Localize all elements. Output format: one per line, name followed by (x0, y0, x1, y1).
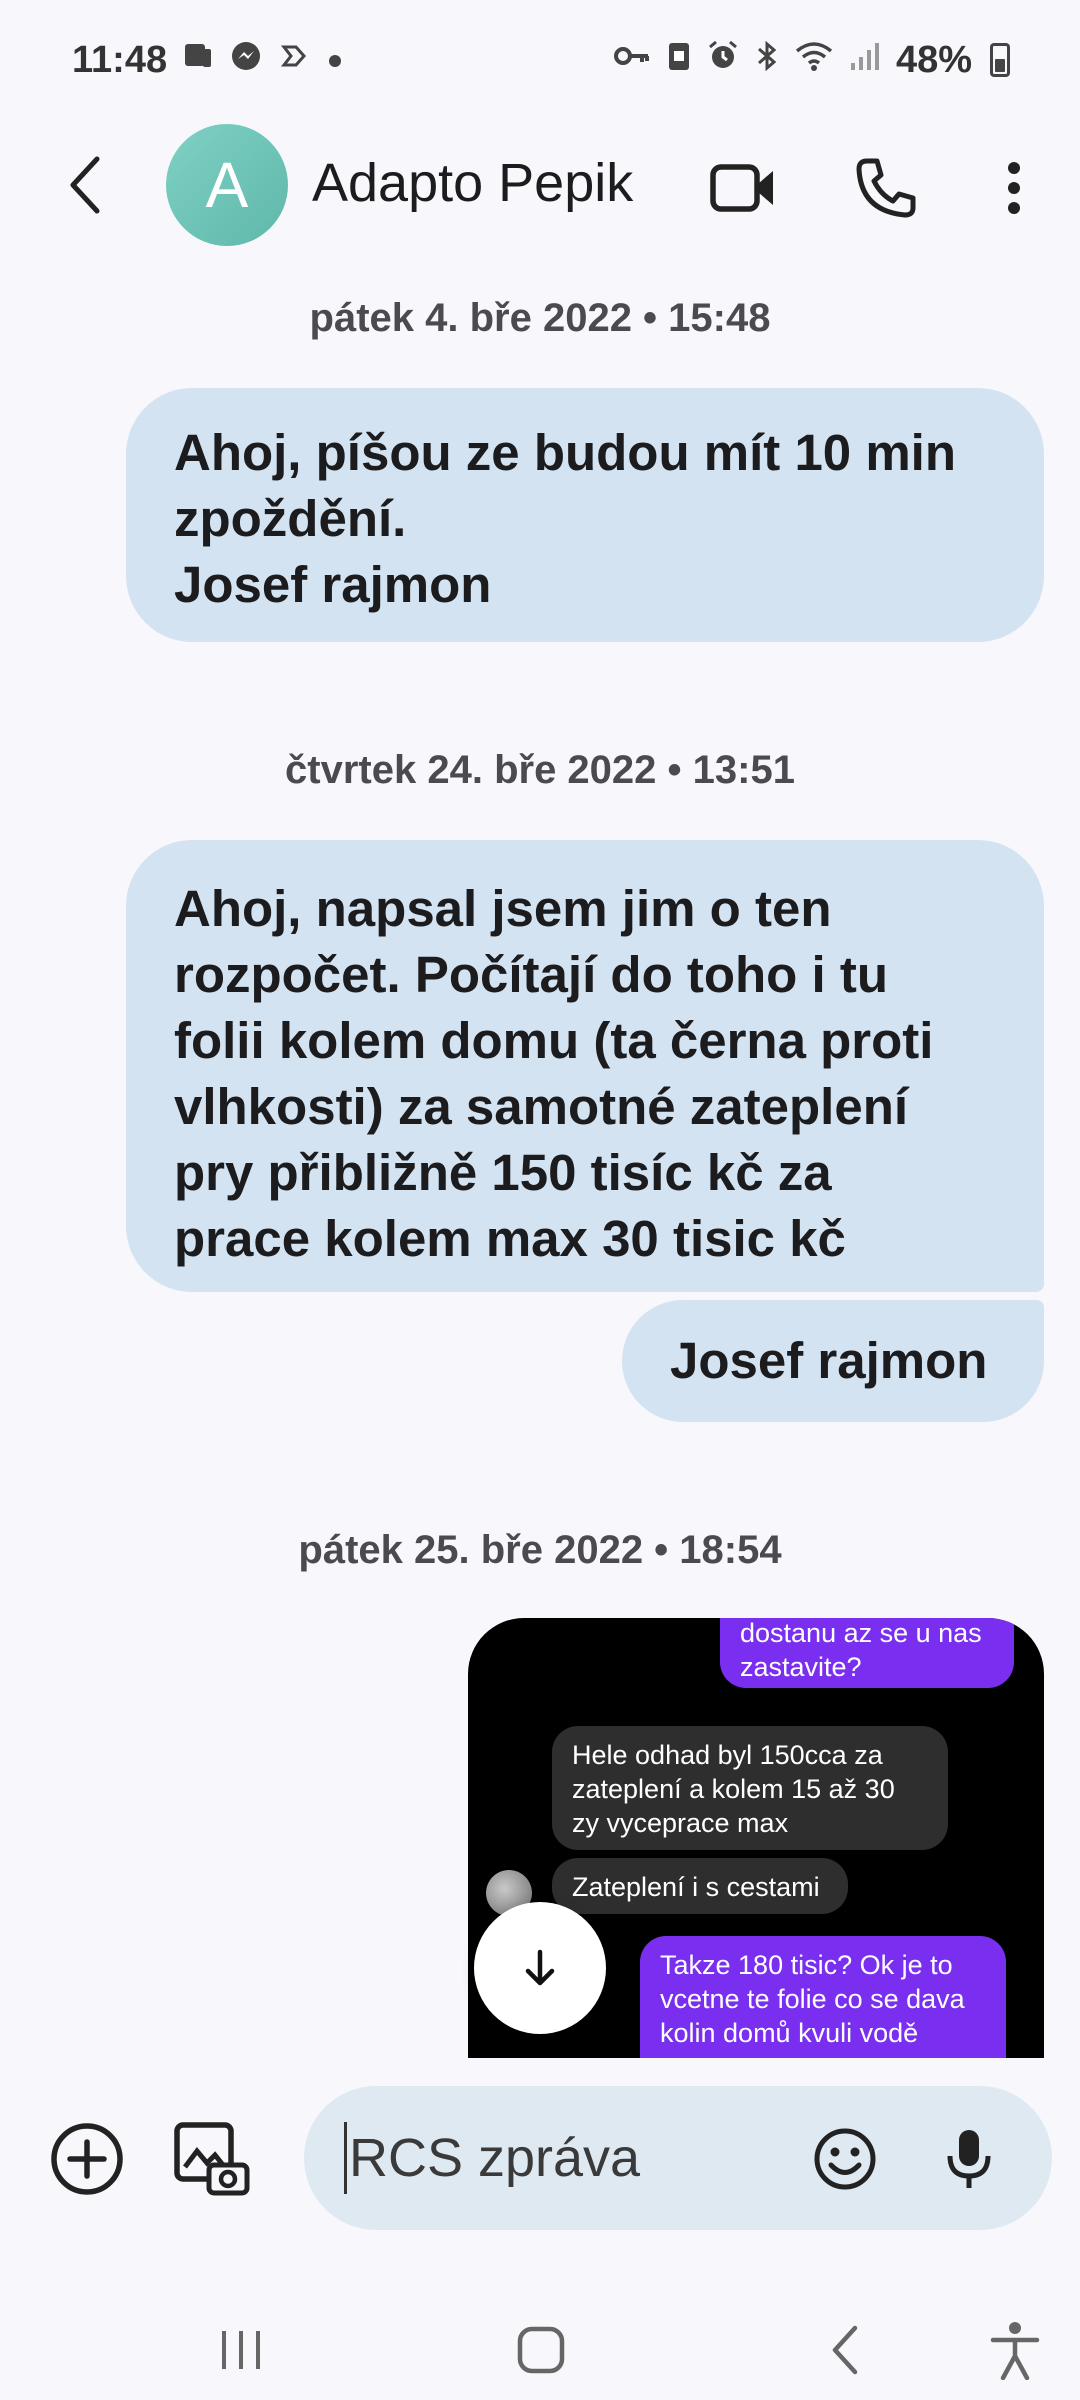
date-separator: čtvrtek 24. bře 2022 • 13:51 (285, 748, 795, 792)
add-circle-icon (51, 2123, 123, 2195)
wifi-icon (794, 39, 834, 81)
date-separator: pátek 4. bře 2022 • 15:48 (309, 296, 771, 340)
bluetooth-icon (754, 39, 780, 81)
recent-apps-icon (222, 2331, 260, 2369)
video-call-button[interactable] (706, 150, 782, 226)
date-separator: pátek 25. bře 2022 • 18:54 (298, 1528, 782, 1572)
arrow-down-icon (525, 1949, 555, 1986)
message-bubble-outgoing[interactable]: Josef rajmon (622, 1300, 1044, 1422)
emoji-button[interactable] (800, 2114, 890, 2204)
back-nav-button[interactable] (800, 2310, 890, 2390)
sync-icon (277, 39, 311, 81)
microphone-icon (947, 2130, 991, 2188)
message-input[interactable] (344, 2122, 784, 2194)
attach-button[interactable] (42, 2114, 132, 2204)
back-button[interactable] (50, 150, 120, 220)
image-chat-bubble: Zateplení i s cestami (552, 1858, 848, 1914)
status-bar-right: 48% (612, 39, 1010, 82)
vpn-key-icon (612, 39, 652, 81)
gallery-button[interactable] (166, 2114, 256, 2204)
more-vert-icon (1008, 162, 1020, 214)
recent-apps-button[interactable] (196, 2310, 286, 2390)
status-bar-left: 11:48 (72, 39, 345, 82)
accessibility-button[interactable] (970, 2310, 1060, 2390)
home-button[interactable] (496, 2310, 586, 2390)
phone-icon (856, 158, 916, 218)
avatar-letter: A (205, 149, 249, 221)
compose-field[interactable] (304, 2086, 1052, 2230)
contact-avatar[interactable]: A (166, 124, 288, 246)
video-camera-icon (710, 164, 773, 212)
battery-icon (990, 43, 1010, 77)
home-icon (517, 2326, 565, 2374)
voice-call-button[interactable] (848, 150, 924, 226)
status-bar: 11:48 48% (0, 0, 1080, 120)
conversation-header: A Adapto Pepik (0, 120, 1080, 250)
battery-percent: 48% (895, 38, 972, 81)
gallery-camera-icon (174, 2122, 250, 2196)
signal-icon (848, 39, 882, 81)
accessibility-icon (990, 2322, 1040, 2380)
status-time: 11:48 (72, 38, 168, 81)
screen-mirror-icon (181, 39, 215, 81)
emoji-icon (814, 2128, 876, 2190)
clipboard-icon (666, 39, 692, 81)
chevron-left-icon (70, 156, 100, 214)
scroll-to-bottom-button[interactable] (474, 1902, 606, 2034)
back-nav-icon (832, 2325, 858, 2375)
image-chat-bubble: dostanu az se u nas zastavite? (720, 1618, 1014, 1688)
messenger-icon (229, 39, 263, 81)
more-options-button[interactable] (976, 150, 1052, 226)
message-bubble-outgoing[interactable]: Ahoj, napsal jsem jim o ten rozpočet. Po… (126, 840, 1044, 1292)
image-chat-bubble: Hele odhad byl 150cca za zateplení a kol… (552, 1726, 948, 1850)
system-nav-bar (0, 2298, 1080, 2400)
dot-icon (325, 42, 345, 79)
contact-name[interactable]: Adapto Pepik (312, 152, 633, 214)
message-bubble-outgoing[interactable]: Ahoj, píšou ze budou mít 10 min zpoždění… (126, 388, 1044, 642)
alarm-icon (706, 39, 740, 81)
image-chat-bubble: Takze 180 tisic? Ok je to vcetne te foli… (640, 1936, 1006, 2058)
voice-message-button[interactable] (924, 2114, 1014, 2204)
